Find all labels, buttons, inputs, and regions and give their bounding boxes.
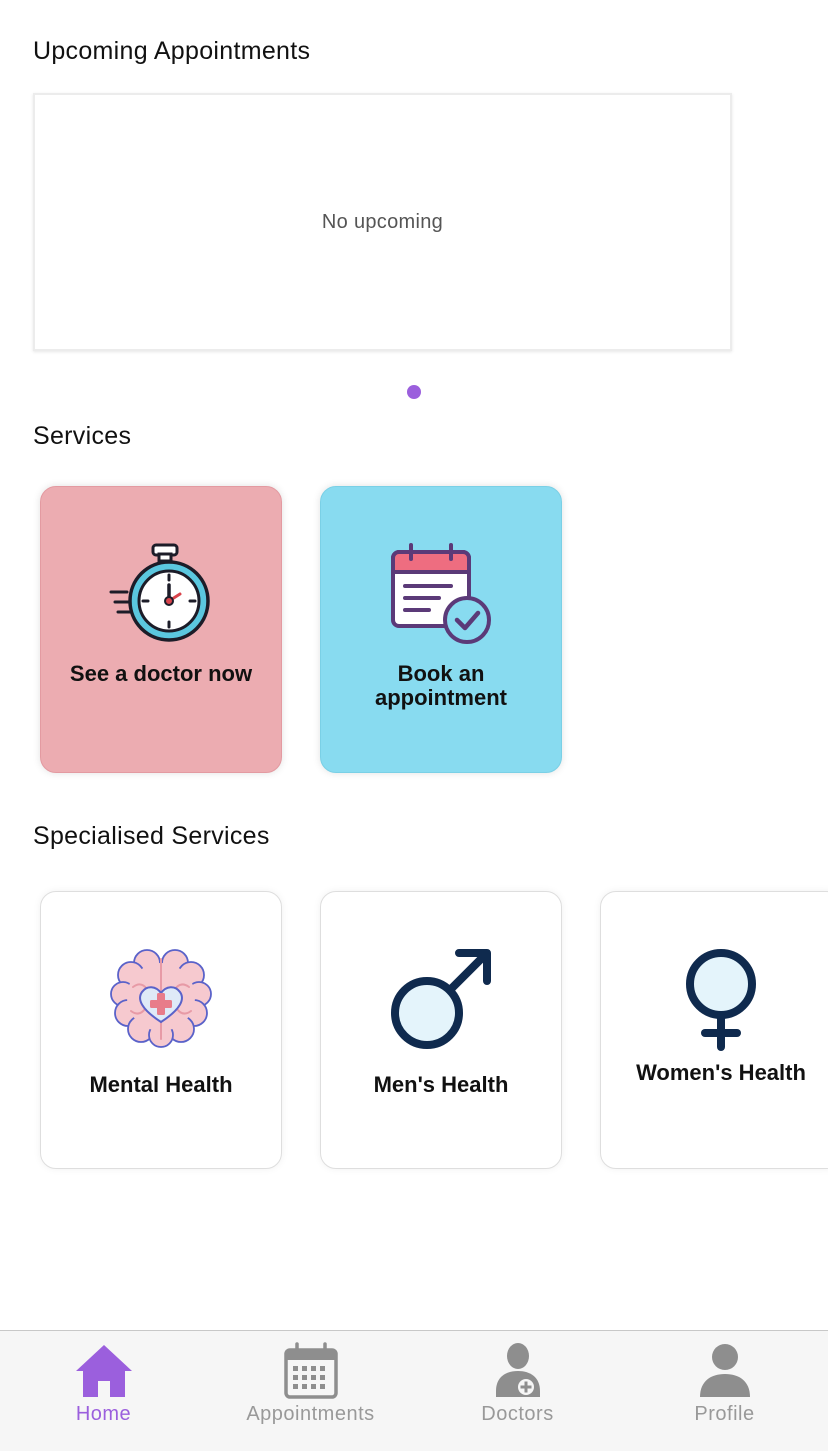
no-upcoming-text: No upcoming (321, 210, 444, 233)
services-title: Services (33, 422, 132, 450)
brain-heart-icon (109, 947, 213, 1051)
tab-home[interactable]: Home (0, 1331, 207, 1451)
mental-health-card[interactable]: Mental Health (40, 891, 282, 1169)
female-symbol-icon (669, 947, 773, 1051)
carousel-page-indicator (407, 385, 421, 399)
see-a-doctor-now-card[interactable]: See a doctor now (40, 486, 282, 773)
tab-doctors-label: Doctors (481, 1403, 554, 1425)
womens-health-card[interactable]: Women's Health (600, 891, 828, 1169)
male-symbol-icon (389, 947, 493, 1051)
mental-health-label: Mental Health (89, 1072, 233, 1097)
tab-profile-label: Profile (694, 1403, 755, 1425)
see-a-doctor-now-label: See a doctor now (69, 661, 253, 686)
person-icon (695, 1341, 755, 1401)
womens-health-label: Women's Health (636, 1060, 806, 1085)
tab-home-label: Home (75, 1403, 132, 1425)
bottom-tab-bar: Home Appointments Doctors Profile (0, 1330, 828, 1451)
calendar-check-icon (389, 542, 493, 646)
mens-health-label: Men's Health (373, 1072, 509, 1097)
specialised-services-title: Specialised Services (33, 822, 270, 850)
doctor-icon (488, 1341, 548, 1401)
stopwatch-icon (109, 542, 213, 646)
tab-appointments-label: Appointments (246, 1403, 375, 1425)
book-an-appointment-label: Book an appointment (375, 661, 507, 710)
upcoming-appointments-title: Upcoming Appointments (33, 37, 311, 65)
home-icon (74, 1341, 134, 1401)
home-screen: Upcoming Appointments No upcoming Servic… (0, 0, 828, 1451)
tab-doctors[interactable]: Doctors (414, 1331, 621, 1451)
tab-appointments[interactable]: Appointments (207, 1331, 414, 1451)
mens-health-card[interactable]: Men's Health (320, 891, 562, 1169)
upcoming-appointments-card[interactable]: No upcoming (33, 93, 732, 351)
tab-profile[interactable]: Profile (621, 1331, 828, 1451)
calendar-icon (281, 1341, 341, 1401)
book-an-appointment-card[interactable]: Book an appointment (320, 486, 562, 773)
